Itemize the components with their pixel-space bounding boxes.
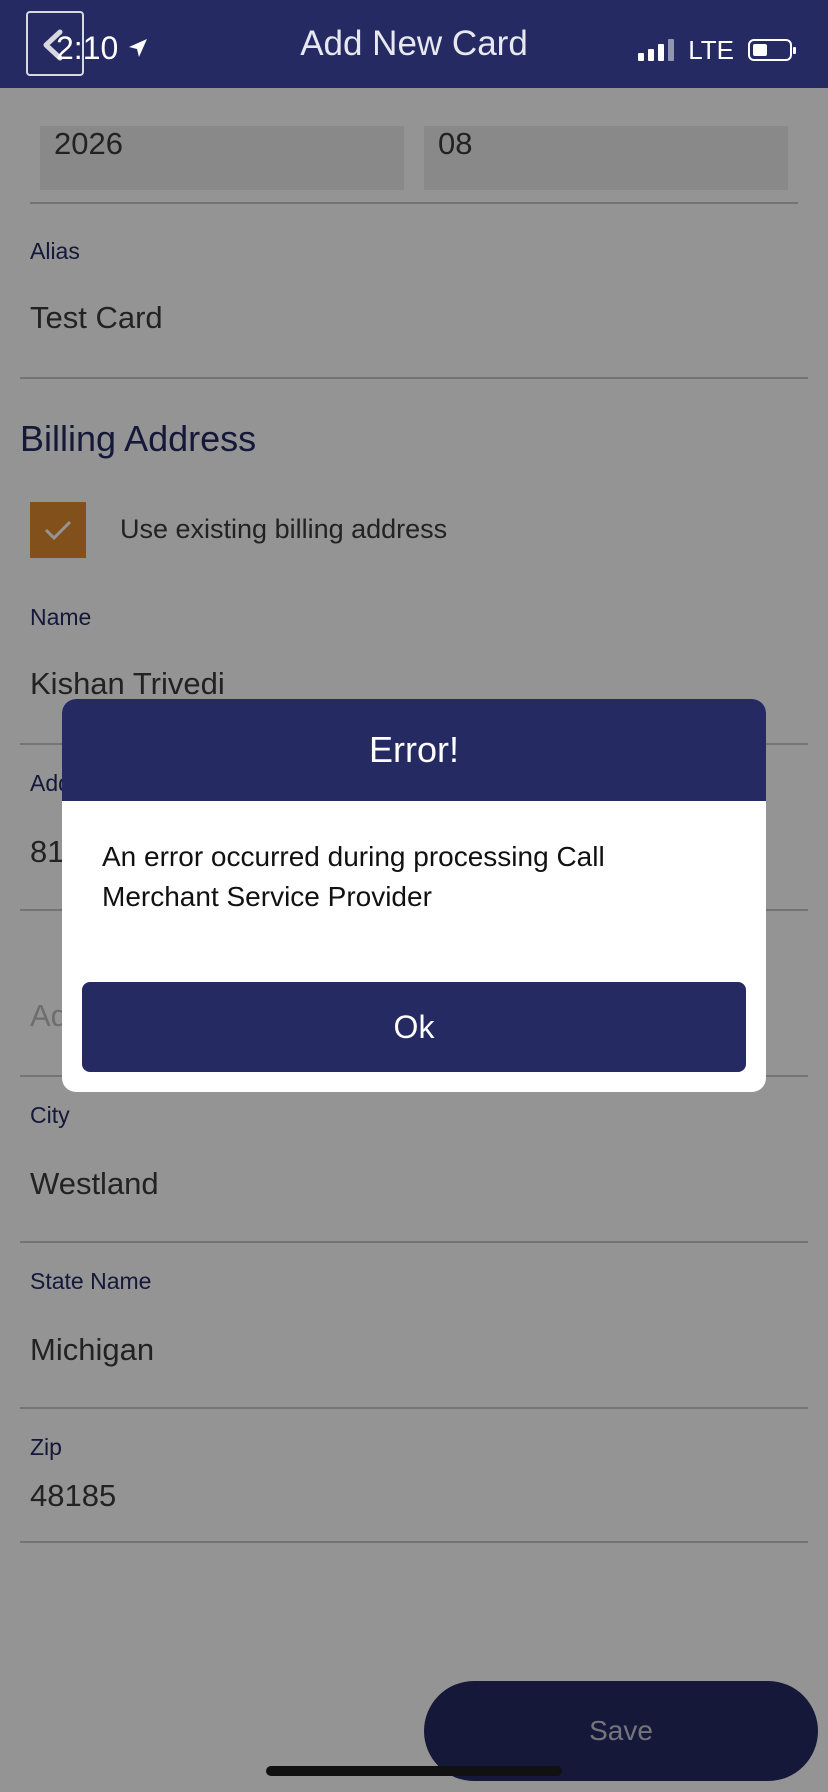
dialog-message: An error occurred during processing Call…	[102, 841, 605, 912]
status-indicators: LTE	[638, 35, 796, 65]
signal-icon	[638, 39, 675, 61]
dialog-header: Error!	[62, 699, 766, 801]
home-indicator	[266, 1766, 562, 1776]
battery-icon	[748, 39, 796, 61]
app-header: 2:10 Add New Card LTE	[0, 0, 828, 88]
network-type: LTE	[688, 35, 734, 65]
ok-button[interactable]: Ok	[82, 982, 746, 1072]
dialog-title: Error!	[369, 729, 459, 770]
error-dialog: Error! An error occurred during processi…	[62, 699, 766, 1092]
